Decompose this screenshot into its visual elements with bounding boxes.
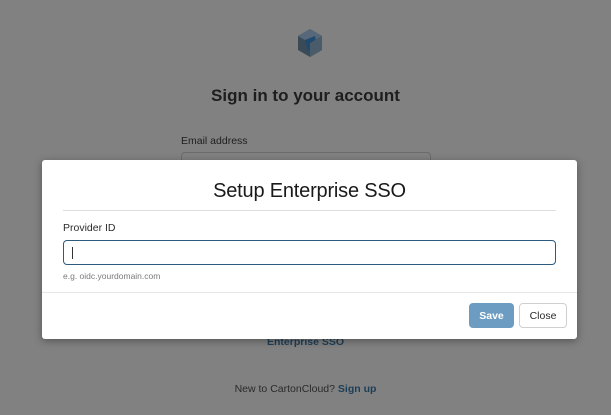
email-field	[181, 152, 431, 160]
close-button[interactable]: Close	[519, 303, 567, 328]
footer-divider	[42, 292, 577, 293]
text-caret	[72, 247, 73, 259]
email-label: Email address	[181, 135, 248, 147]
provider-id-hint: e.g. oidc.yourdomain.com	[63, 271, 161, 281]
cartoncloud-logo-icon	[298, 29, 322, 57]
page-title: Sign in to your account	[211, 86, 400, 105]
provider-id-label: Provider ID	[63, 222, 116, 234]
provider-id-input[interactable]	[63, 240, 556, 265]
signup-link: Sign up	[337, 383, 377, 395]
modal-title: Setup Enterprise SSO	[213, 180, 406, 202]
enterprise-sso-modal: Setup Enterprise SSO Provider ID e.g. oi…	[42, 160, 577, 339]
title-divider	[63, 210, 556, 211]
save-button[interactable]: Save	[469, 303, 514, 328]
signup-row: New to CartonCloud? Sign up	[0, 383, 611, 395]
signup-prompt: New to CartonCloud?	[234, 383, 335, 395]
